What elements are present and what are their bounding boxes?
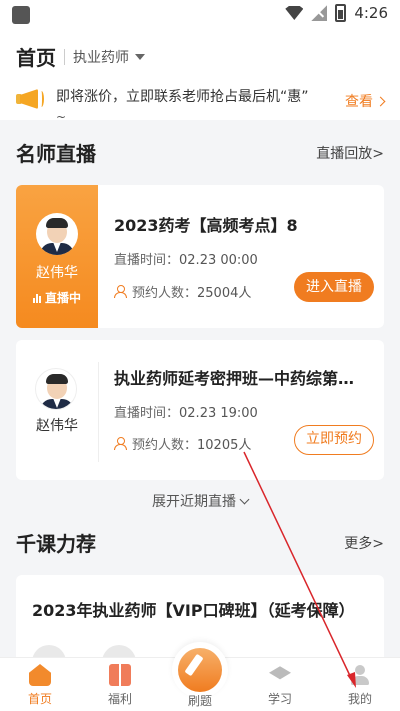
reservation-count: 预约人数：10205人 — [114, 434, 251, 453]
live-teacher-panel: 赵伟华 直播中 — [16, 185, 98, 328]
recommend-section-header: 千课力荐 更多> — [16, 528, 384, 557]
page-title: 首页 — [16, 46, 56, 70]
megaphone-icon — [14, 86, 44, 112]
status-icons: 4:26 — [285, 4, 388, 22]
person-icon — [349, 664, 371, 686]
person-icon — [114, 437, 127, 450]
caret-down-icon[interactable] — [135, 53, 145, 60]
tab-welfare-label: 福利 — [107, 692, 132, 706]
recommend-section-title: 千课力荐 — [16, 532, 96, 556]
live-bars-icon — [32, 293, 41, 303]
bottom-tab-bar: 首页 福利 刷题 学习 我的 — [0, 642, 400, 711]
reservation-value: 25004人 — [197, 286, 252, 301]
reservation-count: 预约人数：25004人 — [114, 282, 251, 301]
teacher-name: 赵伟华 — [36, 265, 78, 281]
tab-study[interactable]: 学习 — [240, 658, 320, 711]
teacher-avatar — [35, 368, 77, 410]
notice-message: 即将涨价，立即联系老师抢占最后机“惠” — [56, 89, 309, 105]
chevron-down-icon — [239, 494, 250, 505]
live-status-badge: 直播中 — [16, 289, 98, 306]
gift-icon — [109, 664, 131, 686]
live-section-header: 名师直播 直播回放> — [16, 138, 384, 167]
notice-text[interactable]: 即将涨价，立即联系老师抢占最后机“惠” ~ — [56, 87, 326, 121]
title-divider — [64, 48, 65, 65]
no-signal-icon — [311, 5, 327, 21]
live-time-value: 02.23 00:00 — [179, 253, 258, 268]
upcoming-course-card[interactable]: 赵伟华 执业药师延考密押班—中药综第… 直播时间：02.23 19:00 预约人… — [16, 340, 384, 480]
tab-practice-label: 刷题 — [187, 694, 212, 708]
live-time: 直播时间：02.23 00:00 — [114, 249, 258, 268]
enter-live-button[interactable]: 进入直播 — [294, 272, 374, 302]
notice-view-link[interactable]: 查看 — [345, 91, 386, 111]
card-divider — [98, 362, 99, 462]
tab-practice[interactable]: 刷题 — [160, 642, 240, 711]
teacher-avatar — [36, 213, 78, 255]
tab-home-label: 首页 — [27, 692, 52, 706]
live-status-text: 直播中 — [44, 291, 81, 305]
tab-study-label: 学习 — [267, 692, 292, 706]
notice-view-label: 查看 — [345, 94, 373, 110]
reservation-value: 10205人 — [197, 438, 252, 453]
home-icon — [29, 664, 51, 686]
tab-home[interactable]: 首页 — [0, 658, 80, 711]
more-link[interactable]: 更多> — [344, 533, 384, 553]
battery-icon — [335, 4, 347, 22]
expand-label: 展开近期直播 — [152, 494, 236, 510]
notice-bar[interactable]: 即将涨价，立即联系老师抢占最后机“惠” ~ 查看 — [0, 82, 400, 121]
reservation-label: 预约人数： — [132, 286, 198, 301]
page-header: 首页 执业药师 即将涨价，立即联系老师抢占最后机“惠” ~ 查看 — [0, 30, 400, 121]
notification-icon — [12, 6, 30, 24]
course-title[interactable]: 执业药师延考密押班—中药综第… — [114, 365, 372, 389]
status-bar: 4:26 — [0, 0, 400, 30]
live-section-title: 名师直播 — [16, 142, 96, 166]
notice-tail: ~ — [56, 110, 67, 121]
graduation-cap-icon — [269, 666, 291, 680]
wifi-icon — [285, 6, 304, 20]
live-replay-link[interactable]: 直播回放> — [316, 143, 384, 163]
live-time-label: 直播时间： — [114, 253, 180, 268]
tab-mine-label: 我的 — [347, 692, 372, 706]
person-icon — [114, 285, 127, 298]
tab-mine[interactable]: 我的 — [320, 658, 400, 711]
live-time: 直播时间：02.23 19:00 — [114, 402, 258, 421]
practice-center-button[interactable] — [172, 642, 228, 698]
reserve-button[interactable]: 立即预约 — [294, 425, 374, 455]
subject-selector[interactable]: 执业药师 — [73, 47, 129, 67]
recommended-course-title[interactable]: 2023年执业药师【VIP口碑班】（延考保障） — [32, 597, 355, 621]
chevron-right-icon — [375, 96, 386, 106]
status-time: 4:26 — [354, 4, 388, 22]
live-time-label: 直播时间： — [114, 406, 180, 421]
course-title[interactable]: 2023药考【高频考点】8 — [114, 212, 374, 236]
teacher-name: 赵伟华 — [36, 418, 78, 434]
live-time-value: 02.23 19:00 — [179, 406, 258, 421]
tab-welfare[interactable]: 福利 — [80, 658, 160, 711]
title-row: 首页 执业药师 — [16, 42, 145, 71]
live-course-card[interactable]: 赵伟华 直播中 2023药考【高频考点】8 直播时间：02.23 00:00 预… — [16, 185, 384, 328]
expand-recent-live[interactable]: 展开近期直播 — [0, 491, 400, 511]
reservation-label: 预约人数： — [132, 438, 198, 453]
